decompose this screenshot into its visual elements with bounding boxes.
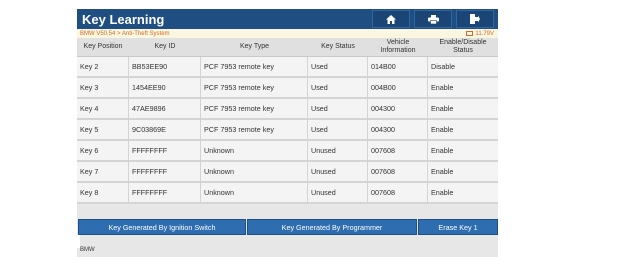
cell-enable-status: Enable <box>431 146 454 155</box>
cell-key-id: 47AE9896 <box>129 99 201 118</box>
exit-button[interactable] <box>456 10 494 28</box>
header-key-status: Key Status <box>321 43 355 50</box>
cell-vehicle-information: 007608 <box>368 183 428 202</box>
cell-key-position: Key 8 <box>77 183 129 202</box>
header-vehicle-information: Vehicle Information <box>380 39 416 54</box>
voltage-indicator: 11.79V <box>466 31 498 37</box>
cell-key-position: Key 2 <box>77 57 129 76</box>
cell-key-position: Key 4 <box>77 99 129 118</box>
cell-key-id: 1454EE90 <box>129 78 201 97</box>
header-key-position: Key Position <box>83 43 123 50</box>
voltage-value: 11.79V <box>475 30 494 37</box>
cell-key-type: PCF 7953 remote key <box>201 99 308 118</box>
cell-key-position: Key 6 <box>77 141 129 160</box>
vehicle-brand-label: BMW <box>80 247 95 253</box>
cell-key-id: FFFFFFFF <box>129 183 201 202</box>
table-row[interactable]: Key 6 FFFFFFFF Unknown Unused 007608 Ena… <box>77 141 498 162</box>
cell-enable-status: Disable <box>431 62 455 71</box>
cell-vehicle-information: 004300 <box>368 99 428 118</box>
cell-enable-status: Enable <box>431 188 454 197</box>
cell-enable-status: Enable <box>431 167 454 176</box>
cell-vehicle-information: 004300 <box>368 120 428 139</box>
cell-key-status: Unused <box>308 141 368 160</box>
cell-key-type: Unknown <box>201 141 308 160</box>
cell-enable-status: Enable <box>431 104 454 113</box>
table-header: Key Position Key ID Key Type Key Status … <box>77 38 498 57</box>
table-row[interactable]: Key 8 FFFFFFFF Unknown Unused 007608 Ena… <box>77 183 498 204</box>
cell-vehicle-information: 007608 <box>368 162 428 181</box>
cell-key-status: Unused <box>308 183 368 202</box>
print-icon <box>427 14 439 24</box>
cell-key-type: Unknown <box>201 183 308 202</box>
key-generated-by-programmer-button[interactable]: Key Generated By Programmer <box>247 219 417 235</box>
header-enable-status: Enable/Disable Status <box>439 39 487 54</box>
cell-vehicle-information: 014B00 <box>368 57 428 76</box>
title-bar: Key Learning <box>77 9 498 29</box>
cell-key-id: BB53EE90 <box>129 57 201 76</box>
cell-enable-status: Enable <box>431 83 454 92</box>
cell-key-type: PCF 7953 remote key <box>201 78 308 97</box>
cell-key-status: Used <box>308 78 368 97</box>
cell-key-position: Key 3 <box>77 78 129 97</box>
cell-key-type: Unknown <box>201 162 308 181</box>
key-table: Key Position Key ID Key Type Key Status … <box>77 38 498 204</box>
cell-key-id: FFFFFFFF <box>129 162 201 181</box>
cell-key-status: Used <box>308 99 368 118</box>
key-learning-screen: Key Learning BMW V50.54 > Anti-Theft Sys… <box>77 9 498 257</box>
header-key-type: Key Type <box>239 43 270 50</box>
cell-key-type: PCF 7953 remote key <box>201 120 308 139</box>
cell-vehicle-information: 004B00 <box>368 78 428 97</box>
table-row[interactable]: Key 2 BB53EE90 PCF 7953 remote key Used … <box>77 57 498 78</box>
header-key-id: Key ID <box>154 43 176 50</box>
exit-icon <box>470 14 480 24</box>
home-icon <box>386 14 396 24</box>
cell-key-position: Key 7 <box>77 162 129 181</box>
cell-key-status: Unused <box>308 162 368 181</box>
function-button-bar: Key Generated By Ignition Switch Key Gen… <box>78 219 498 235</box>
table-row[interactable]: Key 4 47AE9896 PCF 7953 remote key Used … <box>77 99 498 120</box>
status-subbar: BMW V50.54 > Anti-Theft System 11.79V <box>77 29 498 38</box>
table-row[interactable]: Key 3 1454EE90 PCF 7953 remote key Used … <box>77 78 498 99</box>
home-button[interactable] <box>372 10 410 28</box>
print-button[interactable] <box>414 10 452 28</box>
cell-key-position: Key 5 <box>77 120 129 139</box>
cell-key-id: 9C03869E <box>129 120 201 139</box>
cell-enable-status: Enable <box>431 125 454 134</box>
footer: BMW <box>77 235 498 257</box>
page-title: Key Learning <box>82 11 165 27</box>
battery-icon <box>466 31 474 36</box>
cell-key-status: Used <box>308 57 368 76</box>
key-generated-by-ignition-switch-button[interactable]: Key Generated By Ignition Switch <box>78 219 246 235</box>
table-row[interactable]: Key 5 9C03869E PCF 7953 remote key Used … <box>77 120 498 141</box>
cell-key-status: Used <box>308 120 368 139</box>
cell-key-id: FFFFFFFF <box>129 141 201 160</box>
erase-key-button[interactable]: Erase Key 1 <box>418 219 498 235</box>
cell-vehicle-information: 007608 <box>368 141 428 160</box>
cell-key-type: PCF 7953 remote key <box>201 57 308 76</box>
table-row[interactable]: Key 7 FFFFFFFF Unknown Unused 007608 Ena… <box>77 162 498 183</box>
breadcrumb: BMW V50.54 > Anti-Theft System <box>80 30 170 37</box>
